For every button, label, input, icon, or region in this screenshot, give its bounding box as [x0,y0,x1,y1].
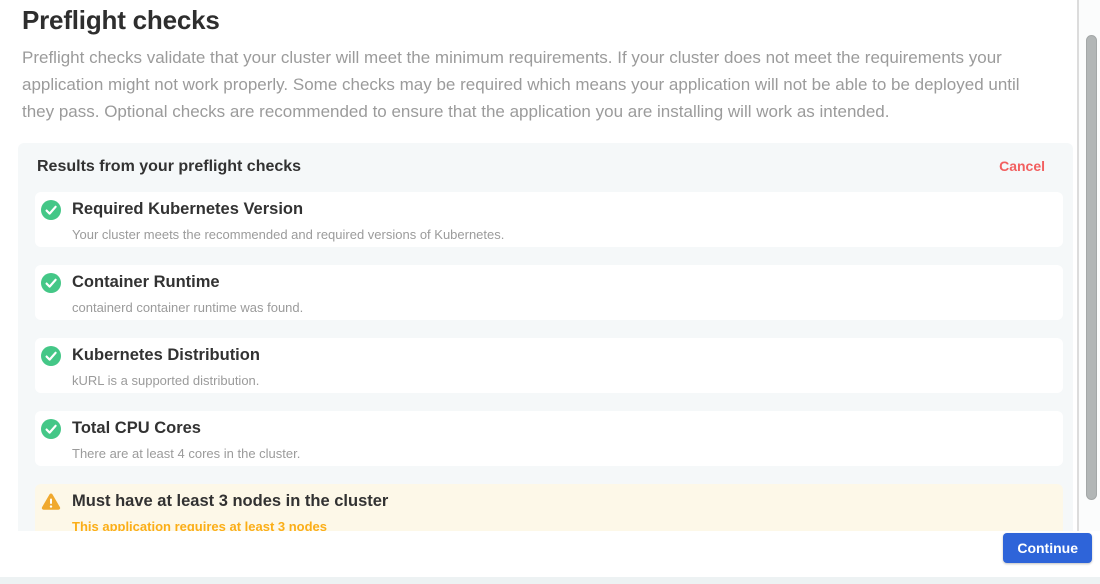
cancel-link[interactable]: Cancel [999,158,1045,174]
continue-button[interactable]: Continue [1003,533,1092,563]
page-description: Preflight checks validate that your clus… [22,44,1062,125]
check-list: Required Kubernetes Version Your cluster… [18,192,1073,539]
check-title: Kubernetes Distribution [72,345,260,366]
check-message: There are at least 4 cores in the cluste… [72,446,300,461]
scrollbar-track[interactable] [1079,0,1100,577]
check-title: Required Kubernetes Version [72,199,504,220]
preflight-results-panel: Results from your preflight checks Cance… [18,143,1073,584]
check-row: Total CPU Cores There are at least 4 cor… [35,411,1063,466]
check-row: Container Runtime containerd container r… [35,265,1063,320]
panel-title: Results from your preflight checks [37,158,301,176]
check-row: Kubernetes Distribution kURL is a suppor… [35,338,1063,393]
check-circle-icon [41,273,61,293]
panel-header: Results from your preflight checks Cance… [18,143,1073,192]
check-title: Must have at least 3 nodes in the cluste… [72,491,388,512]
check-message: kURL is a supported distribution. [72,373,260,388]
check-text: Total CPU Cores There are at least 4 cor… [72,418,300,461]
check-message: containerd container runtime was found. [72,300,303,315]
check-text: Required Kubernetes Version Your cluster… [72,199,504,242]
check-text: Container Runtime containerd container r… [72,272,303,315]
check-title: Total CPU Cores [72,418,300,439]
bottom-edge-strip [0,577,1100,584]
check-text: Kubernetes Distribution kURL is a suppor… [72,345,260,388]
check-circle-icon [41,200,61,220]
page-description-line: application might not work properly. Som… [22,71,1062,98]
check-circle-icon [41,419,61,439]
main-content: Preflight checks Preflight checks valida… [0,0,1077,584]
check-message: Your cluster meets the recommended and r… [72,227,504,242]
check-text: Must have at least 3 nodes in the cluste… [72,491,388,534]
check-title: Container Runtime [72,272,303,293]
page-description-line: Preflight checks validate that your clus… [22,44,1062,71]
footer-bar: Continue [0,531,1100,577]
check-circle-icon [41,346,61,366]
check-row: Required Kubernetes Version Your cluster… [35,192,1063,247]
page-title: Preflight checks [22,5,220,36]
warning-triangle-icon [41,492,61,512]
page-description-line: they pass. Optional checks are recommend… [22,98,1062,125]
scrollbar-thumb[interactable] [1086,35,1097,500]
